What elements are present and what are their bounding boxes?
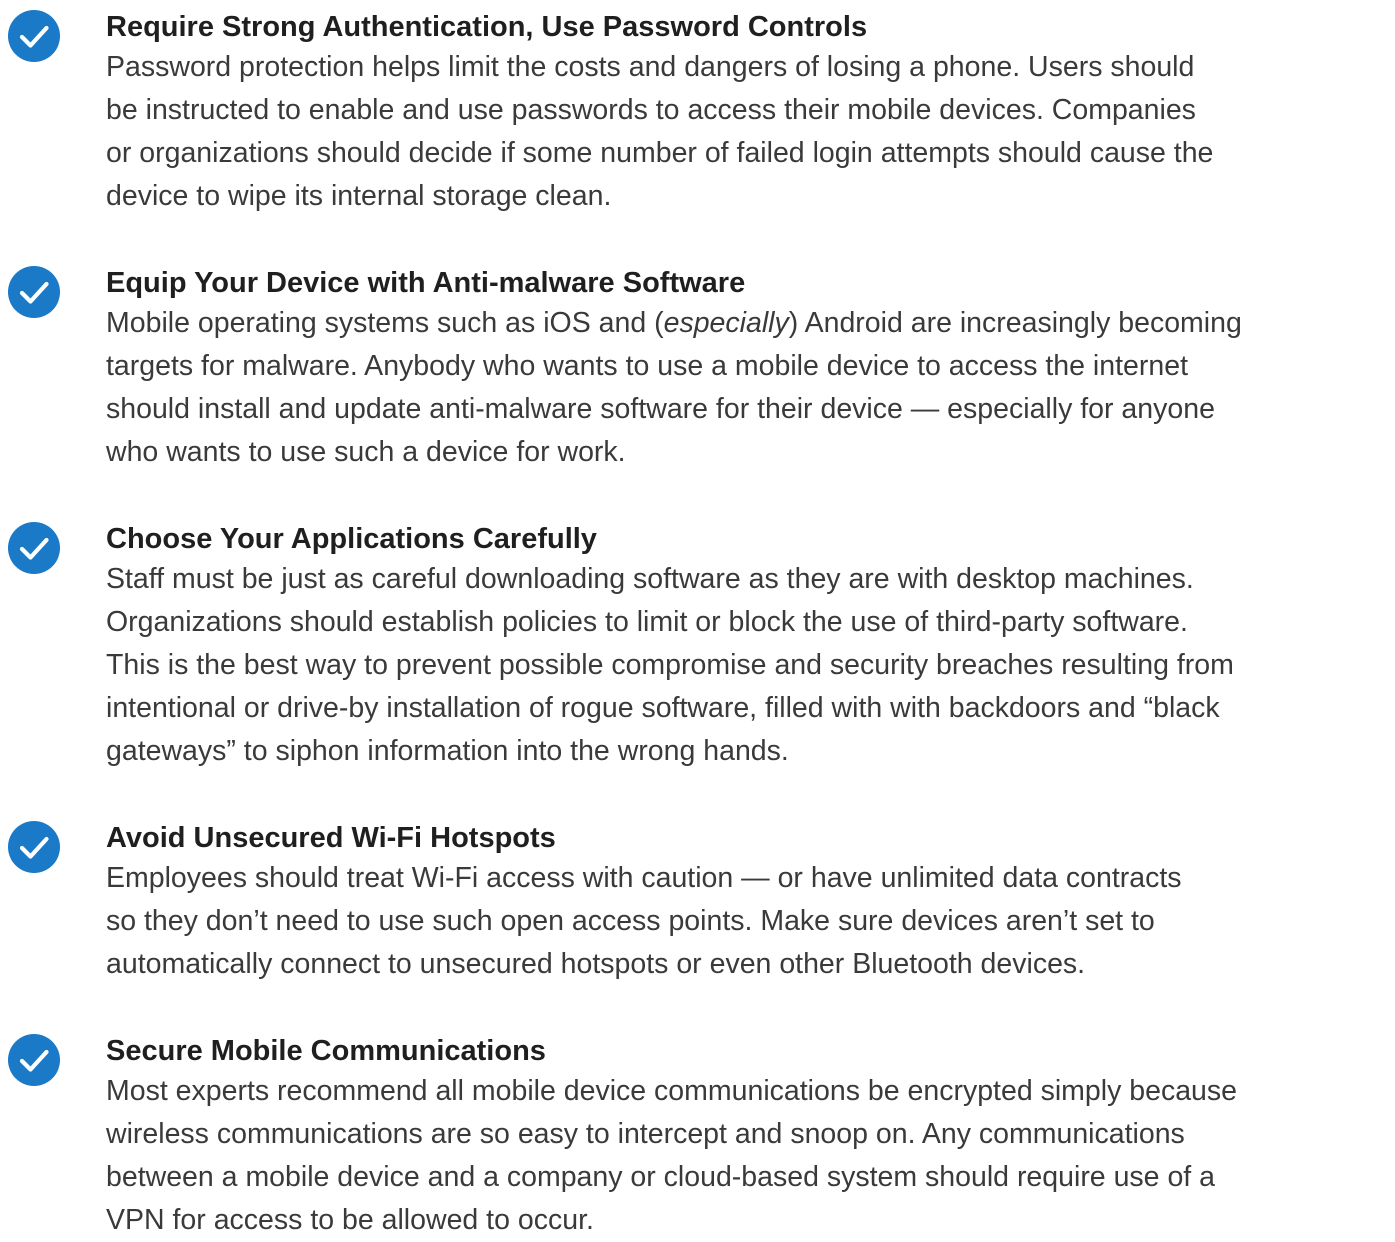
body-text: ) Android are increasingly becoming [788,307,1242,339]
item-body: Most experts recommend all mobile device… [106,1070,1395,1242]
body-line: automatically connect to unsecured hotsp… [106,948,1086,980]
check-circle-icon [8,821,60,873]
check-circle-icon [8,1034,60,1086]
item-title: Require Strong Authentication, Use Passw… [106,11,868,43]
body-line: This is the best way to prevent possible… [106,649,1234,681]
check-circle-icon [8,10,60,62]
item-body: Staff must be just as careful downloadin… [106,558,1395,773]
item-title: Choose Your Applications Carefully [106,523,597,555]
body-line: targets for malware. Anybody who wants t… [106,350,1188,382]
body-line: between a mobile device and a company or… [106,1161,1215,1193]
body-line: Most experts recommend all mobile device… [106,1075,1238,1107]
item-body: Password protection helps limit the cost… [106,46,1395,218]
body-line: Organizations should establish policies … [106,606,1188,638]
body-line: Staff must be just as careful downloadin… [106,563,1194,595]
emphasis-text: especially [663,307,789,339]
item-title: Secure Mobile Communications [106,1035,546,1067]
item-title: Avoid Unsecured Wi-Fi Hotspots [106,822,556,854]
body-line: or organizations should decide if some n… [106,137,1214,169]
body-line: Mobile operating systems such as iOS and… [106,302,1395,345]
item-body: Mobile operating systems such as iOS and… [106,302,1395,474]
body-line: VPN for access to be allowed to occur. [106,1204,594,1236]
body-line: Password protection helps limit the cost… [106,51,1195,83]
item-title: Equip Your Device with Anti-malware Soft… [106,267,746,299]
check-circle-icon [8,266,60,318]
body-line: gateways” to siphon information into the… [106,735,789,767]
body-text: Mobile operating systems such as iOS and… [106,307,664,339]
body-line: Employees should treat Wi-Fi access with… [106,862,1182,894]
body-line: be instructed to enable and use password… [106,94,1196,126]
body-line: should install and update anti-malware s… [106,393,1215,425]
body-line: intentional or drive-by installation of … [106,692,1220,724]
body-line: wireless communications are so easy to i… [106,1118,1185,1150]
body-line: device to wipe its internal storage clea… [106,180,612,212]
check-circle-icon [8,522,60,574]
item-body: Employees should treat Wi-Fi access with… [106,857,1395,986]
body-line: so they don’t need to use such open acce… [106,905,1155,937]
body-line: who wants to use such a device for work. [106,436,626,468]
